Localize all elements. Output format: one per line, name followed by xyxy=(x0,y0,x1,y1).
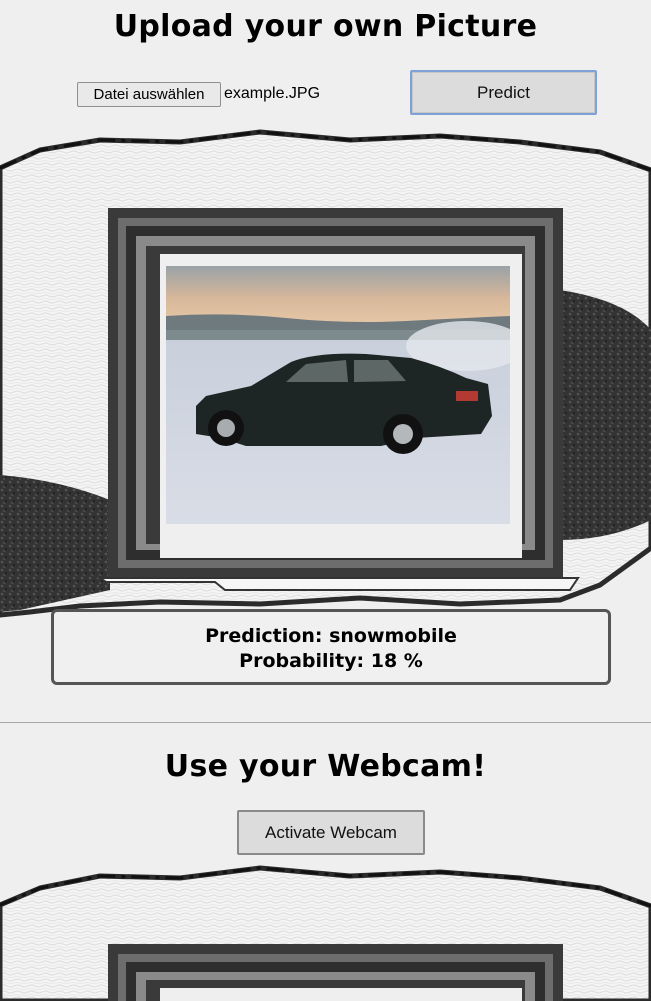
probability-label: Probability: 18 % xyxy=(239,650,423,672)
uploaded-photo xyxy=(166,266,510,524)
activate-webcam-button[interactable]: Activate Webcam xyxy=(237,810,425,855)
prediction-result-box: Prediction: snowmobile Probability: 18 % xyxy=(51,609,611,685)
webcam-section-title: Use your Webcam! xyxy=(164,749,487,784)
prediction-label: Prediction: snowmobile xyxy=(205,625,457,647)
webcam-frame-illustration xyxy=(0,865,651,1001)
choose-file-button[interactable]: Datei auswählen xyxy=(77,82,221,107)
section-divider xyxy=(0,722,651,723)
upload-section-title: Upload your own Picture xyxy=(113,9,538,44)
selected-file-name: example.JPG xyxy=(224,85,321,102)
predict-button[interactable]: Predict xyxy=(410,70,597,115)
